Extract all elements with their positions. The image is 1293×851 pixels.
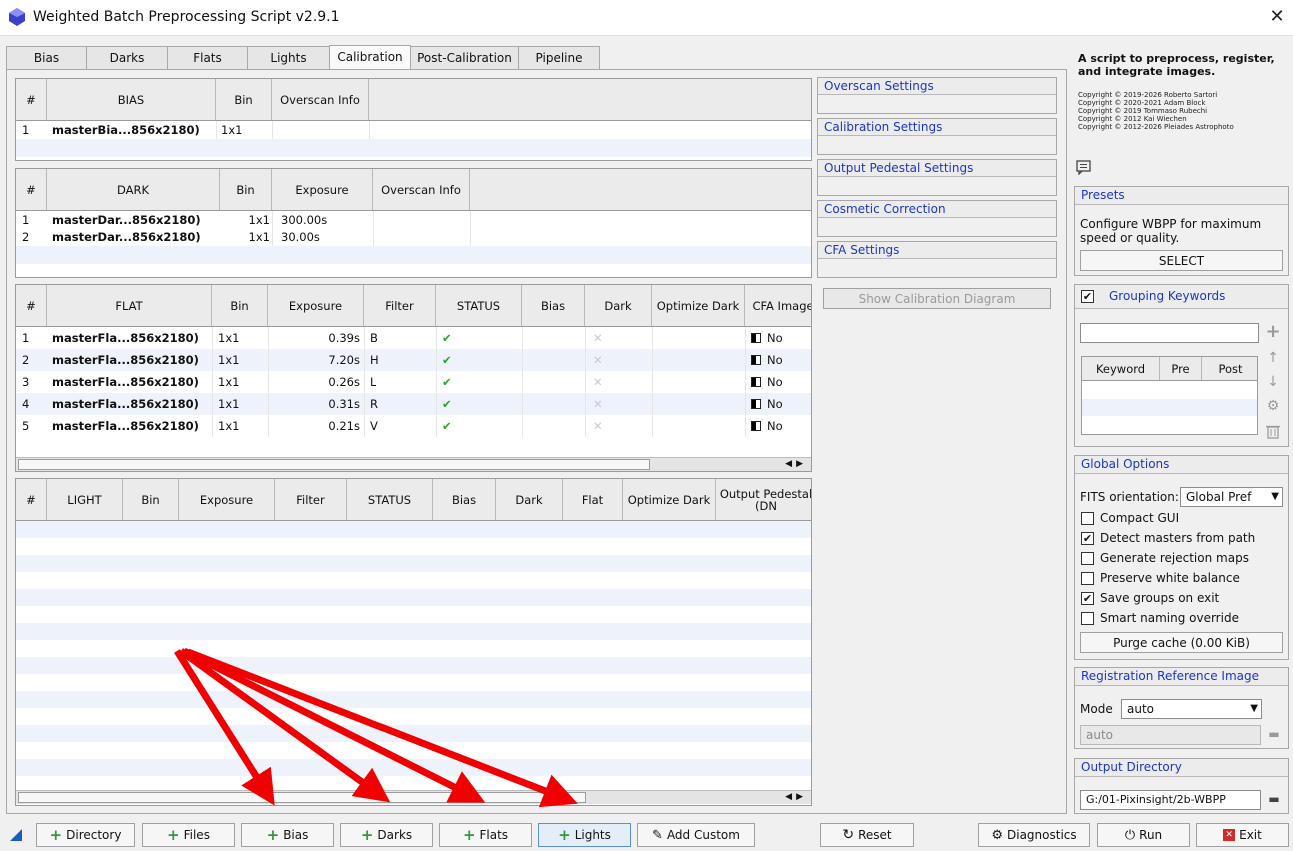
arrow-to-flats bbox=[182, 647, 486, 803]
arrow-to-darks bbox=[178, 648, 391, 803]
annotation-arrows bbox=[174, 647, 578, 808]
arrow-to-lights bbox=[186, 648, 578, 808]
